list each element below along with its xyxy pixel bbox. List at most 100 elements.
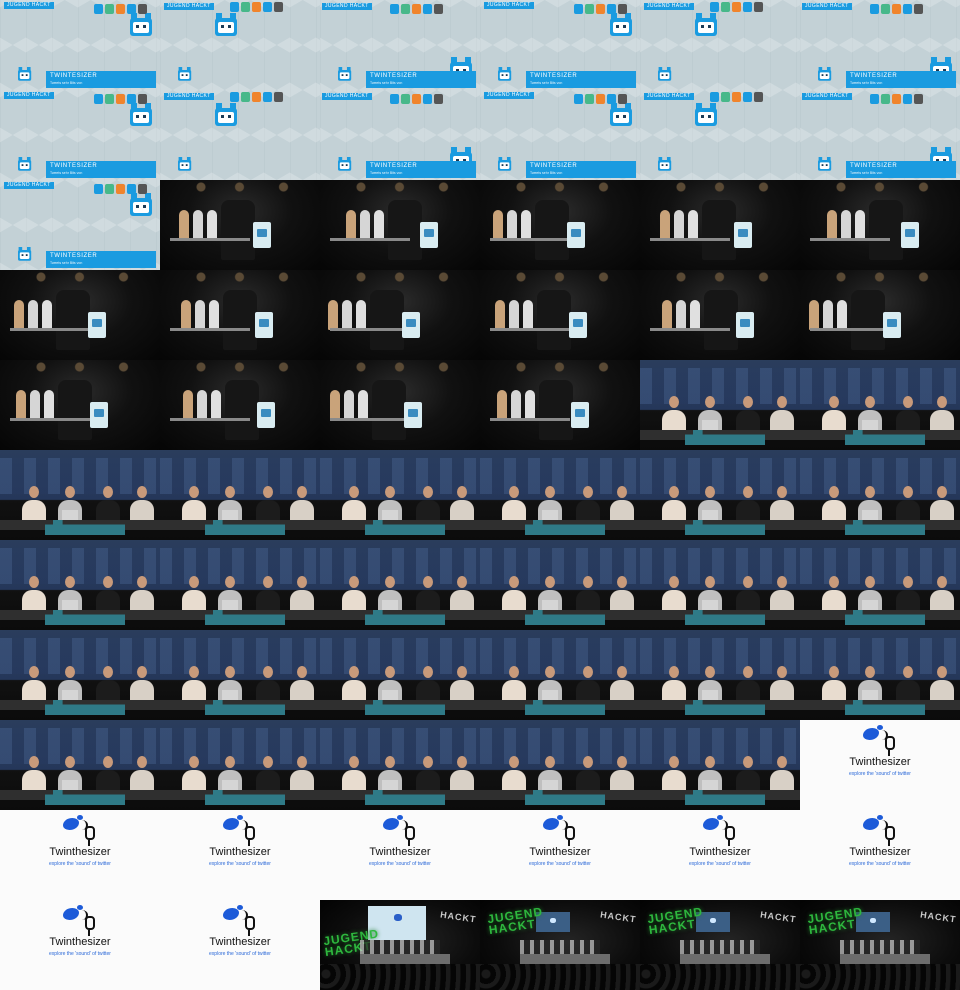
laptop-icon (382, 780, 398, 790)
frame-title: JUGEND HACKT TWINTESIZER Tweets sehr Bits … (0, 0, 160, 90)
laptop-icon (382, 690, 398, 700)
presenter-figure (688, 210, 698, 240)
backdrop-wall (320, 728, 480, 764)
presenter-body (130, 500, 154, 522)
mascot-icon (818, 156, 832, 171)
speaker-figure (537, 290, 571, 350)
frame-stage (0, 270, 160, 360)
robot-row (230, 2, 283, 12)
frame-logo: Twinthesizer explore the 'sound' of twitt… (0, 900, 160, 990)
presenter-body (22, 680, 46, 702)
stage-desk (490, 238, 570, 241)
presenter-body (342, 590, 366, 612)
presenter-head (263, 756, 273, 768)
presenter-head (777, 576, 787, 588)
mascot-face (179, 72, 190, 79)
logo-title: Twinthesizer (49, 846, 111, 858)
frame-present (800, 450, 960, 540)
frame-logo: Twinthesizer explore the 'sound' of twitt… (800, 810, 960, 900)
presenter-body (290, 590, 314, 612)
title-banner: TWINTESIZER Tweets sehr Bits von (46, 161, 156, 178)
robot-icon (710, 92, 719, 102)
logo-tagline: explore the 'sound' of twitter (529, 861, 591, 867)
frame-present (640, 630, 800, 720)
frame-present (480, 720, 640, 810)
robot-icon (138, 4, 147, 14)
presenter-head (743, 756, 753, 768)
presenter-head (297, 486, 307, 498)
mascot-face (179, 162, 190, 169)
presenter-body (736, 770, 760, 792)
stage-lights (350, 272, 460, 282)
frame-logo: Twinthesizer explore the 'sound' of twitt… (160, 810, 320, 900)
presenter-figure (193, 210, 203, 240)
event-tag: JUGEND HACKT (644, 93, 694, 100)
presenter-head (297, 576, 307, 588)
frame-title: JUGEND HACKT TWINTESIZER Tweets sehr Bits … (800, 90, 960, 180)
speaker-figure (704, 290, 738, 350)
laptop-icon (702, 690, 718, 700)
mascot-icon (18, 247, 32, 261)
mascot-display (404, 402, 422, 428)
speaker-figure (370, 290, 404, 350)
presenter-body (96, 590, 120, 612)
presenter-head (103, 756, 113, 768)
stage-lights (510, 182, 620, 192)
frame-present (800, 630, 960, 720)
presenter-head (705, 396, 715, 408)
presenter-body (96, 500, 120, 522)
mascot-face (19, 162, 30, 169)
presenter-figure (207, 210, 217, 240)
mascot-icon (338, 66, 352, 81)
robot-row (870, 94, 923, 104)
stage-platform (840, 954, 930, 964)
backdrop-wall (160, 548, 320, 584)
presenter-body (662, 590, 686, 612)
banner-subtitle: Tweets sehr Bits von (370, 171, 403, 175)
presenter-figure (28, 300, 38, 330)
presenter-body (662, 770, 686, 792)
presenter-body (896, 680, 920, 702)
robot-icon (743, 92, 752, 102)
backdrop-wall (0, 548, 160, 584)
laptop-icon (542, 600, 558, 610)
presenter-head (29, 486, 39, 498)
presenter-body (736, 410, 760, 432)
mascot-icon (130, 13, 152, 36)
presenter-figure (523, 300, 533, 330)
presenter-head (423, 486, 433, 498)
title-banner: TWINTESIZER Tweets sehr Bits von (846, 71, 956, 88)
frame-stage (480, 270, 640, 360)
stage-desk (330, 418, 410, 421)
banner-title: TWINTESIZER (530, 163, 578, 169)
robot-icon (607, 4, 616, 14)
presenter-figure (511, 390, 521, 420)
robot-icon (116, 94, 125, 104)
banner-subtitle: Tweets sehr Bits von (50, 171, 83, 175)
frame-present (480, 630, 640, 720)
presenter-figure (495, 300, 505, 330)
presenter-head (29, 666, 39, 678)
microphone-icon (85, 826, 95, 846)
frame-stage (640, 180, 800, 270)
presenter-head (509, 486, 519, 498)
laptop-icon (702, 420, 718, 430)
robot-icon (721, 92, 730, 102)
robot-row (710, 92, 763, 102)
presenter-body (770, 410, 794, 432)
presenter-figure (16, 390, 26, 420)
presenter-body (416, 590, 440, 612)
presenter-figure (346, 210, 356, 240)
presenter-body (930, 590, 954, 612)
mascot-face (339, 72, 350, 79)
logo-title: Twinthesizer (849, 846, 911, 858)
mascot-icon (695, 103, 717, 126)
presenter-body (502, 770, 526, 792)
mascot-display (90, 402, 108, 428)
presenter-body (770, 770, 794, 792)
presenter-body (182, 500, 206, 522)
banner-subtitle: Tweets sehr Bits von (530, 81, 563, 85)
title-banner: TWINTESIZER Tweets sehr Bits von (366, 161, 476, 178)
frame-present (160, 720, 320, 810)
speaker-figure (535, 200, 569, 260)
